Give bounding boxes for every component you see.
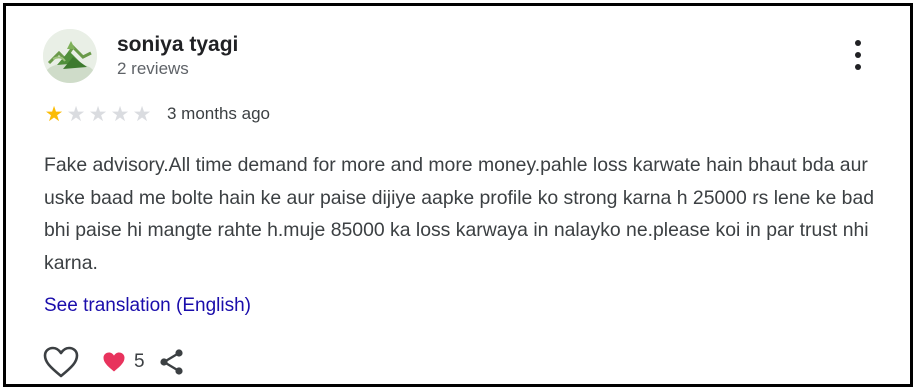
like-button[interactable]: [42, 344, 82, 380]
share-button[interactable]: [157, 347, 187, 377]
reaction-count: 5: [134, 351, 145, 372]
review-date: 3 months ago: [167, 104, 271, 123]
rating-row: ★ ★ ★ ★ ★ 3 months ago: [43, 102, 270, 126]
star-empty-icon: ★: [88, 101, 108, 126]
heart-reaction-icon: [103, 352, 125, 372]
more-options-button[interactable]: [846, 38, 870, 72]
review-actions: 5: [42, 344, 187, 380]
reviewer-name[interactable]: soniya tyagi: [117, 33, 238, 57]
star-empty-icon: ★: [66, 101, 86, 126]
share-icon: [159, 349, 183, 375]
more-vert-dot: [855, 52, 861, 58]
heart-outline-icon: [43, 346, 79, 378]
see-translation-link[interactable]: See translation (English): [44, 295, 251, 317]
star-rating: ★ ★ ★ ★ ★: [43, 101, 153, 126]
more-vert-dot: [855, 64, 861, 70]
more-vert-icon: [855, 40, 861, 46]
star-filled-icon: ★: [44, 101, 64, 126]
review-card: soniya tyagi 2 reviews ★ ★ ★ ★ ★ 3 months ag…: [3, 3, 913, 387]
reaction-summary[interactable]: 5: [102, 351, 145, 373]
star-empty-icon: ★: [132, 101, 152, 126]
reviewer-review-count: 2 reviews: [117, 59, 189, 78]
review-text: Fake advisory.All time demand for more a…: [44, 154, 875, 274]
avatar[interactable]: [43, 29, 97, 83]
avatar-image-icon: [43, 29, 97, 83]
star-empty-icon: ★: [110, 101, 130, 126]
